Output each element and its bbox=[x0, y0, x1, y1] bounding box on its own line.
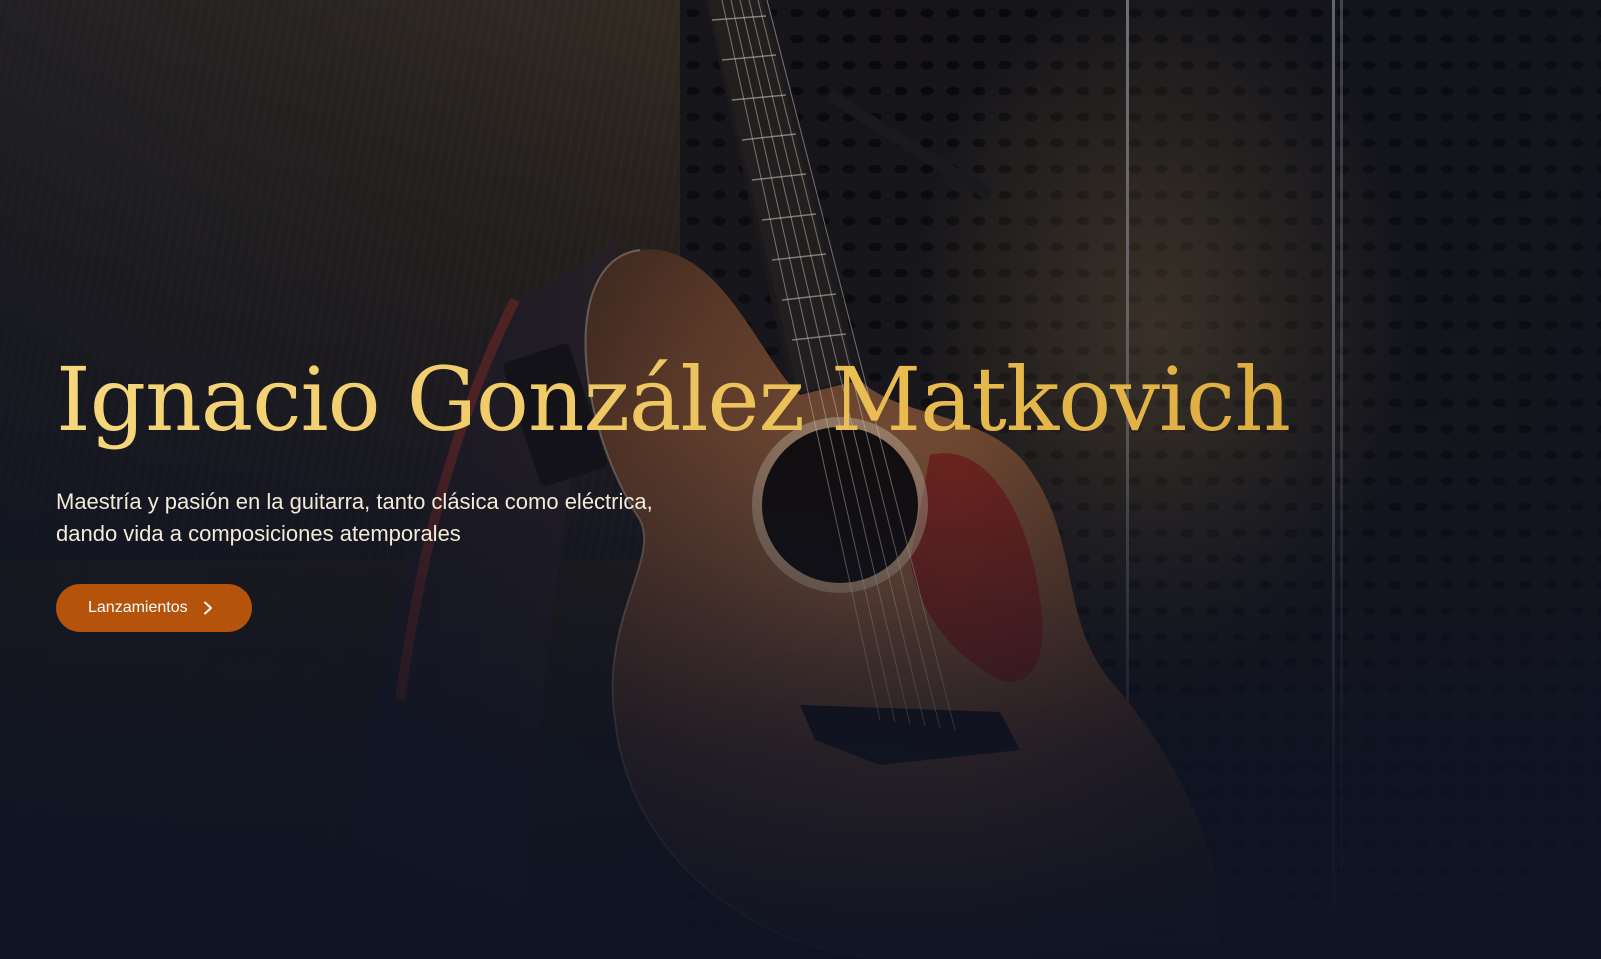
hero-section: Ignacio González Matkovich Maestría y pa… bbox=[0, 0, 1601, 959]
releases-button-label: Lanzamientos bbox=[88, 599, 188, 616]
hero-subtitle: Maestría y pasión en la guitarra, tanto … bbox=[56, 489, 653, 546]
hero-title: Ignacio González Matkovich bbox=[56, 350, 1356, 450]
hero-content: Ignacio González Matkovich Maestría y pa… bbox=[56, 350, 1356, 632]
releases-button[interactable]: Lanzamientos bbox=[56, 584, 252, 632]
chevron-right-icon bbox=[203, 601, 212, 615]
